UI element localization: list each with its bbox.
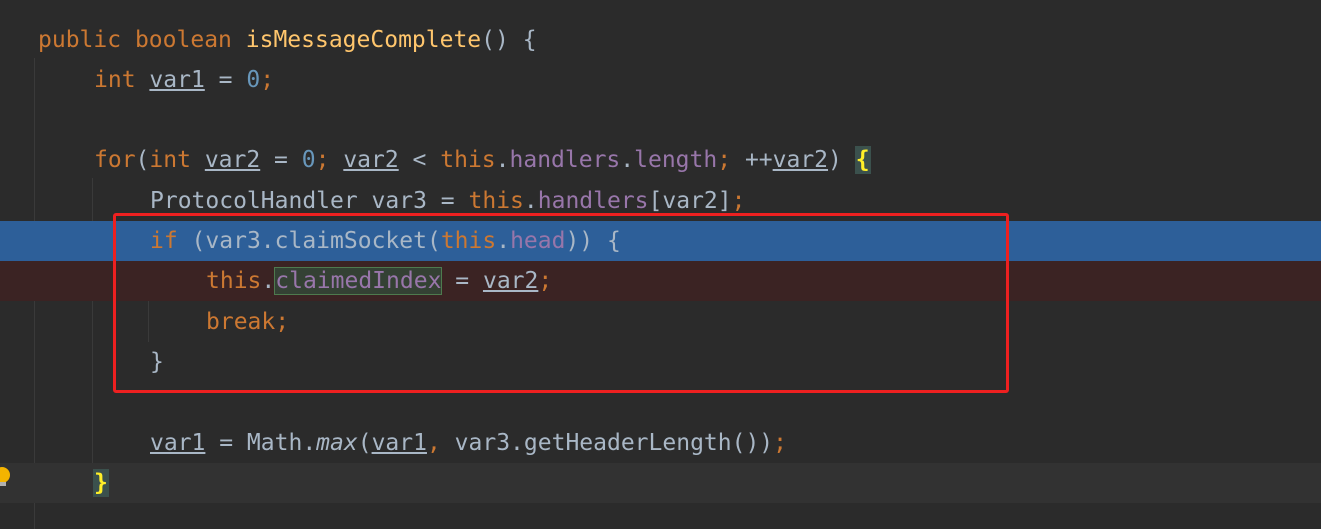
annotation-highlight-box (113, 213, 1009, 393)
code-text: [var2] (648, 188, 732, 214)
field: handlers (509, 147, 621, 173)
keyword: int (149, 147, 191, 173)
variable: var2 (772, 147, 829, 173)
field: handlers (537, 188, 649, 214)
code-text: < (398, 147, 441, 173)
matched-brace: { (854, 146, 871, 174)
semicolon: ; (315, 147, 344, 173)
keyword: this (468, 188, 524, 214)
code-text: () { (481, 27, 537, 53)
code-text: ProtocolHandler var3 = (150, 188, 469, 214)
code-text: ) (828, 147, 856, 173)
code-text: = Math. (205, 430, 317, 456)
semicolon: ; (731, 188, 746, 214)
variable: var1 (149, 67, 205, 93)
keyword: public (38, 27, 122, 53)
variable: var2 (204, 147, 261, 173)
comma: , (426, 430, 455, 456)
keyword: int (94, 67, 136, 93)
method-name: isMessageComplete (245, 27, 482, 53)
field: length (634, 147, 718, 173)
variable: var1 (150, 430, 206, 456)
number-literal: 0 (301, 147, 316, 173)
code-text: var3.getHeaderLength()) (454, 430, 774, 456)
variable: var2 (343, 147, 399, 173)
code-line-var1-max[interactable]: var1 = Math.max(var1, var3.getHeaderLeng… (0, 423, 1321, 463)
code-text: = (260, 147, 302, 173)
code-editor[interactable]: public boolean isMessageComplete() { int… (0, 0, 1321, 529)
semicolon: ; (260, 67, 275, 93)
static-method: max (316, 430, 358, 456)
keyword: boolean (134, 27, 232, 53)
code-text: ++ (744, 147, 773, 173)
number-literal: 0 (246, 67, 261, 93)
code-line-method-signature[interactable]: public boolean isMessageComplete() { (0, 20, 1321, 60)
code-line-var1-decl[interactable]: int var1 = 0; (0, 60, 1321, 100)
variable: var1 (371, 430, 427, 456)
code-text: = (204, 67, 247, 93)
code-text: ( (135, 147, 150, 173)
keyword: this (440, 147, 496, 173)
code-text: . (495, 147, 510, 173)
semicolon: ; (717, 147, 745, 173)
code-text: . (523, 188, 538, 214)
code-text: . (620, 147, 635, 173)
semicolon: ; (773, 430, 788, 456)
code-line-blank[interactable] (0, 100, 1321, 140)
keyword: for (94, 147, 136, 173)
lightbulb-icon-base (0, 482, 6, 486)
matched-brace: } (93, 469, 109, 497)
code-line-for-loop[interactable]: for(int var2 = 0; var2 < this.handlers.l… (0, 140, 1321, 180)
code-text: ( (357, 430, 372, 456)
code-line-close-for[interactable]: } (0, 463, 1321, 503)
